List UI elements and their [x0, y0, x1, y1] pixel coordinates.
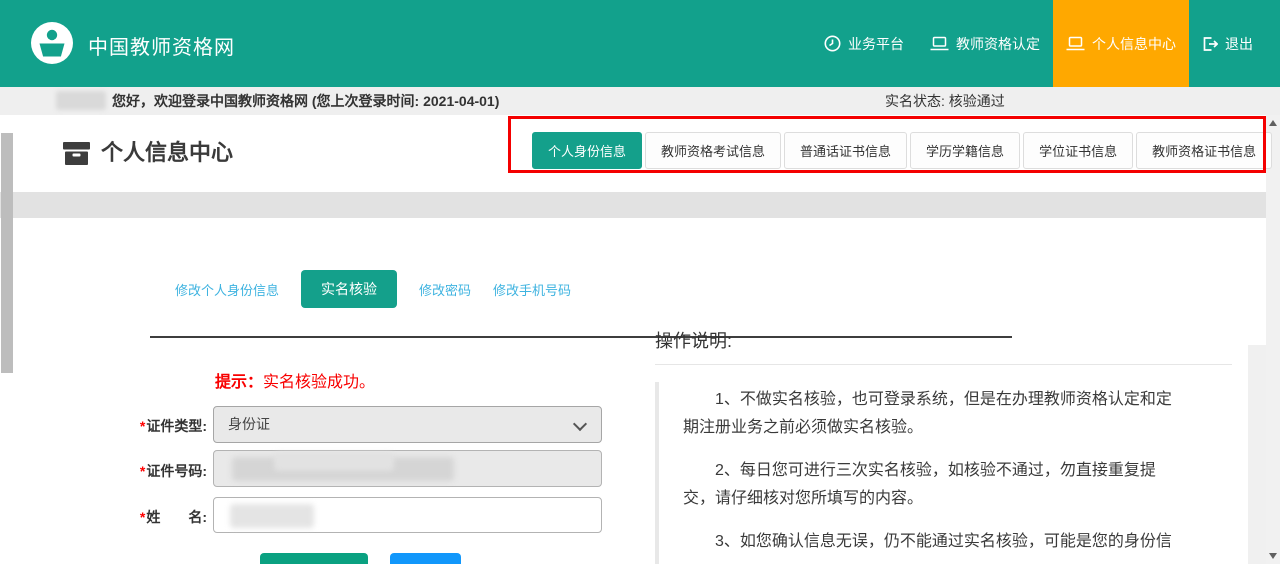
- realname-status: 实名状态: 核验通过: [885, 87, 1005, 115]
- name-label: *姓 名:: [100, 507, 207, 527]
- archive-box-icon: [63, 141, 90, 171]
- site-logo-icon: [31, 22, 73, 64]
- tab-realname-verification[interactable]: 实名核验: [301, 270, 397, 308]
- id-number-input[interactable]: [213, 450, 602, 487]
- header-nav: 业务平台 教师资格认定 个人信息中心: [811, 0, 1266, 87]
- scrollbar-down-arrow[interactable]: [1266, 548, 1280, 564]
- id-type-select[interactable]: 身份证: [213, 406, 602, 443]
- tab-putonghua-certificate-info[interactable]: 普通话证书信息: [784, 132, 907, 169]
- required-mark: *: [140, 509, 145, 525]
- laptop-icon: [1066, 36, 1085, 51]
- divider-band: [0, 192, 1266, 218]
- profile-tabs: 个人身份信息 教师资格考试信息 普通话证书信息 学历学籍信息 学位证书信息 教师…: [532, 132, 1272, 169]
- id-type-label: *证件类型:: [100, 416, 207, 436]
- tab-education-record-info[interactable]: 学历学籍信息: [910, 132, 1020, 169]
- tab-teacher-exam-info[interactable]: 教师资格考试信息: [645, 132, 781, 169]
- tab-divider-line: [150, 336, 1012, 338]
- verification-tip: 提示：实名核验成功。: [215, 368, 375, 392]
- welcome-bar: 您好，欢迎登录中国教师资格网 (您上次登录时间: 2021-04-01) 实名状…: [0, 87, 1280, 115]
- tab-teacher-certificate-info[interactable]: 教师资格证书信息: [1136, 132, 1272, 169]
- tab-change-phone-number[interactable]: 修改手机号码: [493, 280, 571, 299]
- nav-label: 个人信息中心: [1092, 34, 1176, 54]
- content-gutter: [1248, 345, 1266, 564]
- id-type-value: 身份证: [228, 416, 270, 432]
- scrollbar-thumb[interactable]: [1, 133, 13, 373]
- greeting-text: 您好，欢迎登录中国教师资格网 (您上次登录时间: 2021-04-01): [112, 87, 499, 115]
- tab-change-password[interactable]: 修改密码: [419, 280, 471, 299]
- nav-business-platform[interactable]: 业务平台: [811, 0, 917, 87]
- logout-icon: [1202, 36, 1218, 52]
- tab-degree-certificate-info[interactable]: 学位证书信息: [1023, 132, 1133, 169]
- tip-text: 实名核验成功。: [263, 374, 375, 391]
- page: 中国教师资格网 业务平台 教师资格认定: [0, 0, 1280, 564]
- nav-teacher-certification[interactable]: 教师资格认定: [917, 0, 1053, 87]
- redacted-id-number: [274, 453, 394, 471]
- required-mark: *: [140, 463, 145, 479]
- redacted-name: [230, 504, 314, 528]
- clock-icon: [824, 35, 841, 52]
- scrollbar-up-arrow[interactable]: [1266, 115, 1280, 131]
- section-tabs: 修改个人身份信息 实名核验 修改密码 修改手机号码: [175, 270, 571, 308]
- header-bar: 中国教师资格网 业务平台 教师资格认定: [0, 0, 1280, 87]
- redacted-user-name: [56, 91, 106, 110]
- laptop-icon: [930, 36, 949, 51]
- tip-label: 提示：: [215, 374, 263, 391]
- instruction-paragraph: 2、每日您可进行三次实名核验，如核验不通过，勿直接重复提交，请仔细核对您所填写的…: [683, 457, 1183, 513]
- instruction-paragraph: 1、不做实名核验，也可登录系统，但是在办理教师资格认定和定期注册业务之前必须做实…: [683, 386, 1183, 442]
- chevron-down-icon: [573, 417, 587, 431]
- tab-personal-identity-info[interactable]: 个人身份信息: [532, 132, 642, 169]
- instructions-block: 1、不做实名核验，也可登录系统，但是在办理教师资格认定和定期注册业务之前必须做实…: [655, 382, 1200, 564]
- secondary-action-button[interactable]: [390, 553, 461, 564]
- name-input[interactable]: [213, 497, 602, 533]
- site-title: 中国教师资格网: [88, 31, 235, 60]
- instructions-title: 操作说明:: [655, 327, 732, 353]
- nav-label: 业务平台: [848, 34, 904, 54]
- nav-label: 退出: [1225, 34, 1253, 54]
- primary-action-button[interactable]: [260, 553, 368, 564]
- nav-personal-info-center[interactable]: 个人信息中心: [1053, 0, 1189, 87]
- nav-logout[interactable]: 退出: [1189, 0, 1266, 87]
- scrollbar[interactable]: [1266, 115, 1280, 564]
- instruction-paragraph: 3、如您确认信息无误，仍不能通过实名核验，可能是您的身份信: [683, 528, 1183, 556]
- nav-label: 教师资格认定: [956, 34, 1040, 54]
- tab-edit-identity-info[interactable]: 修改个人身份信息: [175, 280, 279, 299]
- id-number-label: *证件号码:: [100, 461, 207, 481]
- page-title: 个人信息中心: [101, 135, 233, 167]
- required-mark: *: [140, 418, 145, 434]
- instructions-divider: [655, 364, 1232, 365]
